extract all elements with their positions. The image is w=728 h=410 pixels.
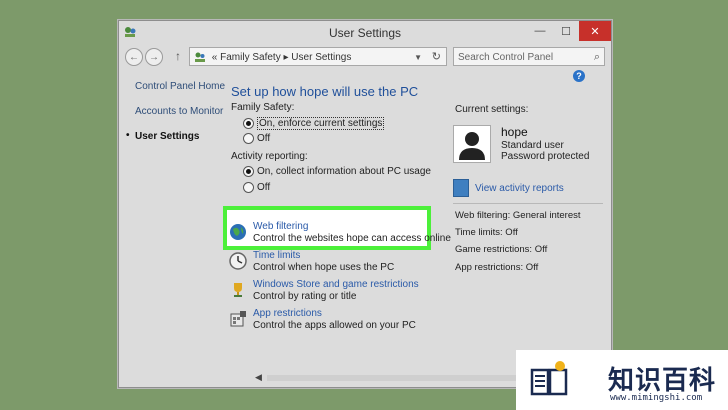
search-icon[interactable]: ⌕	[594, 48, 600, 67]
search-input[interactable]: Search Control Panel ⌕	[453, 47, 605, 66]
activity-reporting-off-radio[interactable]: Off	[243, 182, 270, 193]
time-limits-item[interactable]: Time limits Control when hope uses the P…	[229, 250, 394, 274]
search-placeholder: Search Control Panel	[458, 52, 554, 63]
breadcrumb-user-settings[interactable]: User Settings	[291, 52, 351, 63]
user-password-status: Password protected	[501, 151, 590, 162]
refresh-icon[interactable]: ↻	[432, 48, 441, 67]
app-restrictions-desc: Control the apps allowed on your PC	[253, 320, 416, 331]
clock-icon	[229, 252, 247, 270]
radio-unselected-icon	[243, 182, 254, 193]
up-button[interactable]: ↑	[175, 49, 181, 63]
close-button[interactable]: ✕	[579, 21, 611, 41]
radio-unselected-icon	[243, 133, 254, 144]
family-safety-label: Family Safety:	[231, 102, 295, 113]
user-silhouette-icon	[454, 126, 490, 162]
activity-reporting-on-radio[interactable]: On, collect information about PC usage	[243, 166, 431, 177]
book-lightbulb-logo-icon	[530, 361, 568, 396]
page-heading: Set up how hope will use the PC	[231, 84, 419, 99]
time-limits-desc: Control when hope uses the PC	[253, 262, 395, 273]
app-restrictions-icon	[230, 311, 246, 327]
window-controls: — ☐ ✕	[527, 21, 611, 41]
view-activity-reports-link[interactable]: View activity reports	[453, 179, 564, 197]
breadcrumb-family-safety[interactable]: Family Safety	[220, 52, 281, 63]
minimize-button[interactable]: —	[527, 21, 553, 41]
user-avatar	[453, 125, 491, 163]
globe-icon	[230, 224, 246, 240]
address-bar[interactable]: « Family Safety ▸ User Settings ▼ ↻	[189, 47, 447, 66]
watermark-brand: 知识百科	[608, 366, 717, 396]
maximize-button[interactable]: ☐	[553, 21, 579, 41]
status-app-restrictions: App restrictions: Off	[455, 262, 539, 273]
family-safety-on-radio[interactable]: On, enforce current settings	[243, 117, 385, 130]
family-safety-off-radio[interactable]: Off	[243, 133, 270, 144]
store-game-restrictions-desc: Control by rating or title	[253, 291, 357, 302]
divider	[453, 203, 603, 204]
breadcrumb-prefix: «	[211, 52, 218, 63]
status-game-restrictions: Game restrictions: Off	[455, 244, 548, 255]
sidebar-item-accounts-to-monitor[interactable]: Accounts to Monitor	[135, 106, 225, 117]
title-bar[interactable]: User Settings — ☐ ✕	[119, 21, 611, 45]
sidebar-item-control-panel-home[interactable]: Control Panel Home	[135, 81, 225, 92]
store-game-restrictions-link[interactable]: Windows Store and game restrictions	[253, 279, 419, 291]
back-button[interactable]: ←	[125, 48, 143, 66]
family-safety-icon	[195, 52, 205, 63]
store-game-restrictions-item[interactable]: Windows Store and game restrictions Cont…	[229, 279, 419, 303]
web-filtering-desc: Control the websites hope can access onl…	[253, 233, 451, 244]
user-role: Standard user	[501, 140, 564, 151]
navigation-bar: ← → ↑ « Family Safety ▸ User Settings ▼ …	[119, 45, 611, 69]
content-area: ? Control Panel Home Accounts to Monitor…	[119, 69, 611, 387]
web-filtering-link[interactable]: Web filtering	[253, 221, 451, 233]
sidebar: Control Panel Home Accounts to Monitor U…	[126, 81, 225, 156]
trophy-icon	[234, 283, 242, 297]
sidebar-item-user-settings[interactable]: User Settings	[126, 130, 225, 142]
activity-reporting-label: Activity reporting:	[231, 151, 308, 162]
breadcrumb-separator: ▸	[283, 52, 289, 63]
time-limits-link[interactable]: Time limits	[253, 250, 394, 262]
web-filtering-item[interactable]: Web filtering Control the websites hope …	[229, 221, 451, 245]
watermark: 知识百科 www.mimingshi.com	[516, 350, 728, 410]
app-restrictions-link[interactable]: App restrictions	[253, 308, 416, 320]
radio-selected-icon	[243, 118, 254, 129]
radio-selected-icon	[243, 166, 254, 177]
current-settings-heading: Current settings:	[455, 104, 529, 115]
app-restrictions-item[interactable]: App restrictions Control the apps allowe…	[229, 308, 416, 332]
user-settings-window: User Settings — ☐ ✕ ← → ↑ « Family Safet…	[118, 20, 612, 388]
watermark-url: www.mimingshi.com	[610, 393, 703, 403]
help-icon[interactable]: ?	[573, 70, 585, 82]
forward-button[interactable]: →	[145, 48, 163, 66]
user-name: hope	[501, 125, 528, 139]
status-web-filtering: Web filtering: General interest	[455, 210, 581, 221]
report-icon	[453, 179, 469, 197]
address-dropdown-icon[interactable]: ▼	[414, 48, 422, 67]
status-time-limits: Time limits: Off	[455, 227, 518, 238]
scroll-left-icon[interactable]: ◀	[255, 372, 262, 383]
